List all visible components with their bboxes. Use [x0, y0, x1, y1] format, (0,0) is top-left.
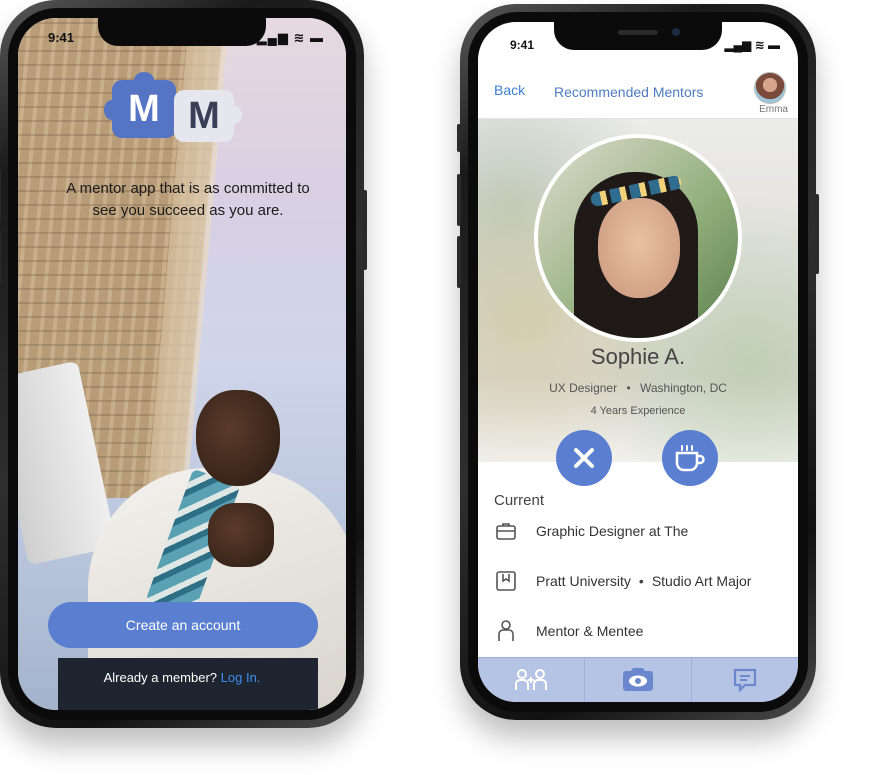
detail-extra: Studio Art Major: [651, 573, 752, 589]
detail-separator: •: [638, 573, 644, 589]
volume-down-button: [457, 236, 461, 288]
meta-separator: •: [626, 381, 631, 395]
phone-mentor-profile: 9:41 ▂▄▆ ≋ ▬ Back Recommended Mentors Em…: [457, 4, 819, 720]
coffee-cup-icon: [675, 445, 705, 472]
photo-face: [598, 198, 680, 298]
mentor-screen: 9:41 ▂▄▆ ≋ ▬ Back Recommended Mentors Em…: [478, 22, 798, 702]
briefcase-icon: [494, 519, 518, 543]
power-button: [815, 194, 819, 274]
status-icons: ▂▄▆ ≋ ▬: [256, 30, 324, 45]
mentor-meta: UX Designer • Washington, DC: [478, 381, 798, 395]
status-icons: ▂▄▆ ≋ ▬: [724, 38, 780, 52]
login-prompt: Already a member? Log In.: [18, 670, 346, 685]
status-time: 9:41: [48, 30, 75, 45]
tab-discover[interactable]: [585, 658, 692, 702]
user-avatar[interactable]: [754, 72, 786, 104]
mute-switch: [0, 120, 1, 148]
detail-row-education: Pratt University • Studio Art Major: [494, 566, 784, 596]
volume-up-button: [457, 174, 461, 226]
tab-bar: [478, 657, 798, 702]
user-name: Emma: [759, 104, 788, 115]
logo-letter: M: [128, 87, 160, 130]
mentor-name: Sophie A.: [590, 344, 686, 369]
coffee-request-button[interactable]: [662, 430, 718, 486]
member-prompt-text: Already a member?: [103, 670, 218, 685]
phone-signup: 9:41 ▂▄▆ ≋ ▬ M M A mentor app that is as…: [0, 0, 367, 728]
create-account-button[interactable]: Create an account: [48, 602, 318, 648]
camera-dot: [672, 28, 680, 36]
logo-piece-secondary: M: [174, 90, 234, 142]
status-time: 9:41: [510, 38, 535, 52]
tagline: A mentor app that is as committed to see…: [66, 180, 310, 219]
person-icon: [494, 619, 518, 643]
page-title: Recommended Mentors: [554, 84, 704, 100]
logo-letter: M: [188, 94, 220, 137]
person-head: [196, 390, 280, 486]
close-icon: [574, 448, 594, 468]
speaker-grille: [618, 30, 658, 35]
detail-row-job: Graphic Designer at The: [494, 516, 784, 546]
status-bar: 9:41 ▂▄▆ ≋ ▬: [18, 30, 346, 46]
signup-screen: 9:41 ▂▄▆ ≋ ▬ M M A mentor app that is as…: [18, 18, 346, 710]
login-link[interactable]: Log In.: [221, 670, 261, 685]
back-button[interactable]: Back: [494, 82, 525, 98]
logo-bump: [226, 106, 242, 124]
detail-row-role: Mentor & Mentee: [494, 616, 784, 646]
section-title: Current: [494, 492, 545, 509]
discover-eye-icon: [623, 668, 653, 691]
bookmark-icon: [494, 569, 518, 593]
mute-switch: [457, 124, 461, 152]
mentor-hero: Sophie A. UX Designer • Washington, DC 4…: [478, 118, 798, 462]
volume-up-button: [0, 170, 1, 222]
mentor-role: UX Designer: [549, 381, 618, 395]
tab-messages[interactable]: [692, 658, 798, 702]
power-button: [363, 190, 367, 270]
dismiss-button[interactable]: [556, 430, 612, 486]
mentor-experience: 4 Years Experience: [590, 405, 686, 417]
nav-header: Back Recommended Mentors Emma: [478, 66, 798, 119]
detail-text: Pratt University: [536, 573, 631, 589]
volume-down-button: [0, 232, 1, 284]
logo-bump: [134, 72, 154, 88]
mentor-photo: [534, 134, 742, 342]
logo-bump: [104, 100, 120, 120]
status-bar: 9:41 ▂▄▆ ≋ ▬: [478, 38, 798, 54]
add-connection-icon: [515, 669, 547, 690]
detail-text: Graphic Designer at The: [536, 523, 689, 539]
person-fist: [208, 503, 274, 567]
mentor-location: Washington, DC: [639, 381, 727, 395]
logo-piece-primary: M: [112, 80, 176, 138]
tab-connections[interactable]: [478, 658, 585, 702]
detail-text: Mentor & Mentee: [536, 623, 644, 639]
messages-icon: [733, 668, 757, 693]
